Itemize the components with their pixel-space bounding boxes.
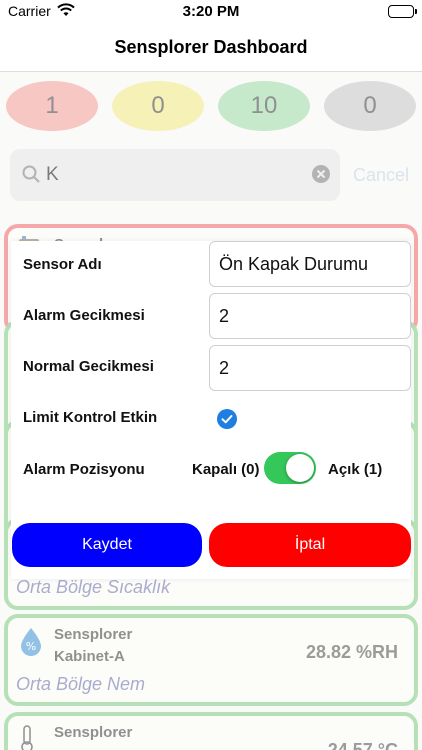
page-title: Sensplorer Dashboard [114, 37, 308, 57]
sensor-settings-dialog: Sensor Adı Ön Kapak Durumu Alarm Gecikme… [11, 241, 411, 579]
sensor-name-field[interactable]: Ön Kapak Durumu [209, 241, 411, 287]
open-position-label: Açık (1) [328, 461, 383, 478]
alarm-delay-label: Alarm Gecikmesi [23, 307, 145, 324]
status-bar: Carrier 3:20 PM [0, 0, 422, 24]
normal-delay-label: Normal Gecikmesi [23, 358, 154, 375]
alarm-position-label: Alarm Pozisyonu [23, 461, 145, 478]
sensor-name-label: Sensor Adı [23, 256, 102, 273]
limit-control-label: Limit Kontrol Etkin [23, 409, 158, 426]
battery-icon [388, 5, 417, 18]
limit-control-checkbox[interactable] [217, 409, 237, 434]
navigation-bar: Sensplorer Dashboard [0, 24, 422, 72]
alarm-delay-field[interactable]: 2 [209, 293, 411, 339]
normal-delay-field[interactable]: 2 [209, 345, 411, 391]
save-button[interactable]: Kaydet [12, 523, 202, 567]
closed-position-label: Kapalı (0) [192, 461, 260, 478]
clock: 3:20 PM [182, 3, 240, 20]
alarm-position-toggle[interactable] [264, 452, 316, 484]
cancel-button[interactable]: İptal [209, 523, 411, 567]
